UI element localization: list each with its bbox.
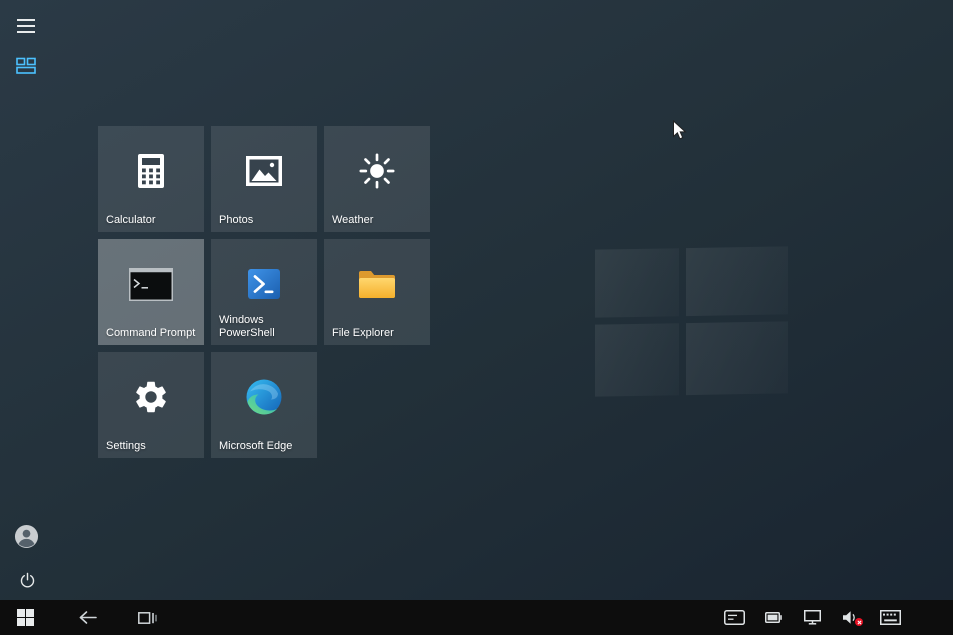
tile-label: File Explorer	[332, 327, 425, 340]
pinned-tiles-icon	[16, 57, 36, 75]
user-avatar-icon	[14, 524, 39, 549]
tile-label: Settings	[106, 440, 199, 453]
tile-windows-powershell[interactable]: Windows PowerShell	[211, 239, 317, 345]
taskbar	[0, 600, 953, 635]
system-tray	[723, 600, 901, 635]
mouse-cursor	[672, 120, 688, 142]
task-view-button[interactable]	[126, 600, 168, 635]
tile-label: Photos	[219, 214, 312, 227]
start-icon	[17, 609, 34, 626]
user-account-button[interactable]	[12, 522, 40, 550]
logo-pane	[686, 246, 788, 316]
pinned-tile-grid: Calculator Photos	[98, 126, 430, 458]
tile-microsoft-edge[interactable]: Microsoft Edge	[211, 352, 317, 458]
weather-icon	[324, 126, 430, 216]
pinned-tiles-button[interactable]	[12, 52, 40, 80]
settings-gear-icon	[98, 352, 204, 442]
volume-button[interactable]	[840, 600, 862, 635]
edge-icon	[211, 352, 317, 442]
tile-label: Windows PowerShell	[219, 314, 312, 340]
touch-keyboard-button[interactable]	[879, 600, 901, 635]
battery-icon	[765, 612, 782, 623]
tile-photos[interactable]: Photos	[211, 126, 317, 232]
tile-label: Microsoft Edge	[219, 440, 312, 453]
calculator-icon	[98, 126, 204, 216]
logo-pane	[595, 248, 679, 317]
task-view-icon	[138, 610, 157, 626]
photos-icon	[211, 126, 317, 216]
power-icon	[19, 572, 36, 589]
command-prompt-icon	[98, 239, 204, 329]
start-screen: Calculator Photos	[0, 0, 953, 600]
file-explorer-icon	[324, 239, 430, 329]
tile-file-explorer[interactable]: File Explorer	[324, 239, 430, 345]
logo-pane	[686, 321, 788, 395]
desktop-windows-logo	[595, 246, 788, 396]
tile-label: Weather	[332, 214, 425, 227]
volume-muted-badge	[855, 618, 863, 626]
ink-workspace-button[interactable]	[723, 600, 745, 635]
touch-keyboard-icon	[880, 610, 901, 625]
battery-button[interactable]	[762, 600, 784, 635]
tile-label: Calculator	[106, 214, 199, 227]
network-button[interactable]	[801, 600, 823, 635]
power-button[interactable]	[13, 566, 41, 594]
network-icon	[804, 610, 821, 625]
ink-workspace-icon	[724, 610, 745, 625]
back-button[interactable]	[66, 600, 108, 635]
tile-weather[interactable]: Weather	[324, 126, 430, 232]
start-menu-button[interactable]	[12, 12, 40, 40]
tile-settings[interactable]: Settings	[98, 352, 204, 458]
start-button[interactable]	[4, 600, 46, 635]
tile-label: Command Prompt	[106, 327, 199, 340]
logo-pane	[595, 323, 679, 396]
tile-calculator[interactable]: Calculator	[98, 126, 204, 232]
hamburger-menu-icon	[16, 18, 36, 34]
tile-command-prompt[interactable]: Command Prompt	[98, 239, 204, 345]
back-arrow-icon	[78, 610, 97, 625]
